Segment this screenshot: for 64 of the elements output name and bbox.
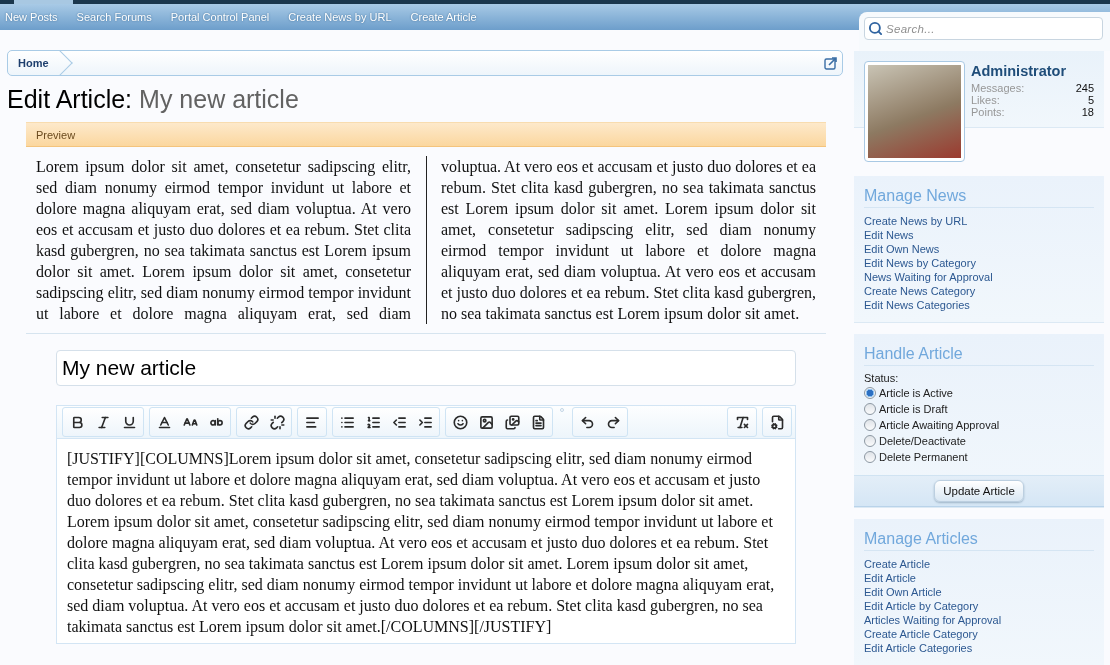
align-left-icon: [304, 414, 320, 430]
radio-label: Article Awaiting Approval: [879, 419, 1000, 431]
indent-icon: [417, 414, 433, 430]
document-icon: [530, 414, 546, 430]
radio-label: Article is Draft: [879, 403, 948, 415]
text-color-icon: [156, 414, 172, 430]
radio-label: Article is Active: [879, 387, 953, 399]
sidebar-link[interactable]: Edit Own Article: [864, 585, 942, 599]
sidebar-link[interactable]: Edit News: [864, 228, 914, 242]
sidebar-link[interactable]: Edit Article: [864, 571, 916, 585]
link-icon: [243, 414, 259, 430]
search-icon: [868, 21, 883, 36]
stat-value: 5: [1086, 94, 1094, 106]
image-icon: [478, 414, 494, 430]
undo-icon: [579, 414, 595, 430]
user-name[interactable]: Administrator: [971, 63, 1094, 79]
title-input[interactable]: My new article: [56, 350, 796, 386]
sidebar-link[interactable]: Create Article Category: [864, 627, 978, 641]
sidebar-link[interactable]: Edit Own News: [864, 242, 940, 256]
editor-field[interactable]: [JUSTIFY][COLUMNS]Lorem ipsum dolor sit amet, consetetur sadipscing elitr, sed diam nonumy eirmod tempor invidunt ut labore et dolore magna aliquyam erat, sed diam voluptua. At vero eos et accusam et justo duo dolores et ea rebum. Stet clita kasd gubergren, no sea takimata sanctus est Lorem ipsum dolor sit amet. Lorem ipsum dolor sit amet, consetetur sadipscing elitr, sed diam nonumy eirmod tempor invidunt ut labore et dolore magna aliquyam erat, sed diam voluptua. At vero eos et accusam et justo duo dolores et ea rebum. Stet clita kasd gubergren, no sea takimata sanctus est Lorem ipsum dolor sit amet. Lorem ipsum dolor sit amet, consetetur sadipscing elitr, sed diam nonumy eirmod tempor invidunt ut labore et dolore magna aliquyam erat, sed diam voluptua. At vero eos et accusam et justo duo dolores et ea rebum. Stet clita kasd gubergren, no sea takimata sanctus est Lorem ipsum dolor sit amet.[/COLUMNS][/JUSTIFY]: [56, 439, 796, 644]
radio-label: Delete/Deactivate: [879, 435, 966, 447]
stat-value: 245: [1075, 82, 1094, 94]
radio-button[interactable]: [864, 387, 876, 399]
page-title: Edit Article:: [7, 84, 133, 114]
update-button[interactable]: Update Article: [934, 480, 1024, 502]
radio-button[interactable]: [864, 451, 876, 463]
sidebar-link[interactable]: Create Article: [864, 557, 931, 571]
document-gear-icon: [769, 414, 785, 430]
redo-icon: [605, 414, 621, 430]
breadcrumb-link[interactable]: Home: [8, 51, 73, 75]
stat-value: 18: [1080, 106, 1094, 118]
panel-title: Handle Article: [864, 344, 1094, 366]
sidebar-link[interactable]: Articles Waiting for Approval: [864, 613, 1002, 627]
radio-button[interactable]: [864, 435, 876, 447]
radio-button[interactable]: [864, 419, 876, 431]
bullet-list-icon: [339, 414, 355, 430]
panel-title: Manage News: [864, 186, 1094, 208]
outdent-icon: [391, 414, 407, 430]
sidebar-link[interactable]: Edit News Categories: [864, 298, 970, 312]
sidebar-link[interactable]: News Waiting for Approval: [864, 270, 993, 284]
stat-label: Messages:: [971, 82, 1026, 94]
images-icon: [504, 414, 520, 430]
article-title: My new article: [139, 84, 299, 114]
stat-label: Likes:: [971, 94, 1001, 106]
sidebar-link[interactable]: Edit Article Categories: [864, 641, 973, 655]
sidebar-link[interactable]: Create News by URL: [864, 214, 968, 228]
sidebar-link[interactable]: Edit Article by Category: [864, 599, 979, 613]
search-field[interactable]: Search...: [864, 17, 1103, 40]
italic-icon: [95, 414, 111, 430]
preview-text: Lorem ipsum dolor sit amet, consetetur sadipscing elitr, sed diam nonumy eirmod tempor invidunt ut labore et dolore magna aliquyam erat, sed diam voluptua. At vero eos et accusam et justo duo dolores et ea rebum. Stet clita kasd gubergren, no sea takimata sanctus est Lorem ipsum dolor sit amet. Lorem ipsum dolor sit amet, consetetur sadipscing elitr, sed diam nonumy eirmod tempor invidunt ut labore et dolore magna aliquyam erat, sed diam voluptua. At vero eos et accusam et justo duo dolores et ea rebum. Stet clita kasd gubergren, no sea takimata sanctus est Lorem ipsum dolor sit amet. Lorem ipsum dolor sit amet, consetetur sadipscing elitr, sed diam nonumy eirmod tempor invidunt ut labore et dolore magna aliquyam erat, sed diam voluptua. At vero eos et accusam et justo duo dolores et ea rebum. Stet clita kasd gubergren, no sea takimata sanctus est Lorem ipsum dolor sit amet.: [36, 157, 816, 324]
sidebar-link[interactable]: Edit News by Category: [864, 256, 976, 270]
status-label: Status:: [864, 371, 900, 385]
radio-button[interactable]: [864, 403, 876, 415]
smiley-icon: [452, 414, 468, 430]
panel-title: Manage Articles: [864, 529, 1094, 551]
radio-label: Delete Permanent: [879, 451, 968, 463]
stat-label: Points:: [971, 106, 1006, 118]
numbered-list-icon: [365, 414, 381, 430]
underline-icon: [121, 414, 137, 430]
unlink-icon: [269, 414, 285, 430]
remove-format-icon: [734, 414, 750, 430]
external-link-icon[interactable]: [824, 56, 837, 70]
preview-header: Preview: [26, 122, 826, 147]
sidebar-link[interactable]: Create News Category: [864, 284, 976, 298]
